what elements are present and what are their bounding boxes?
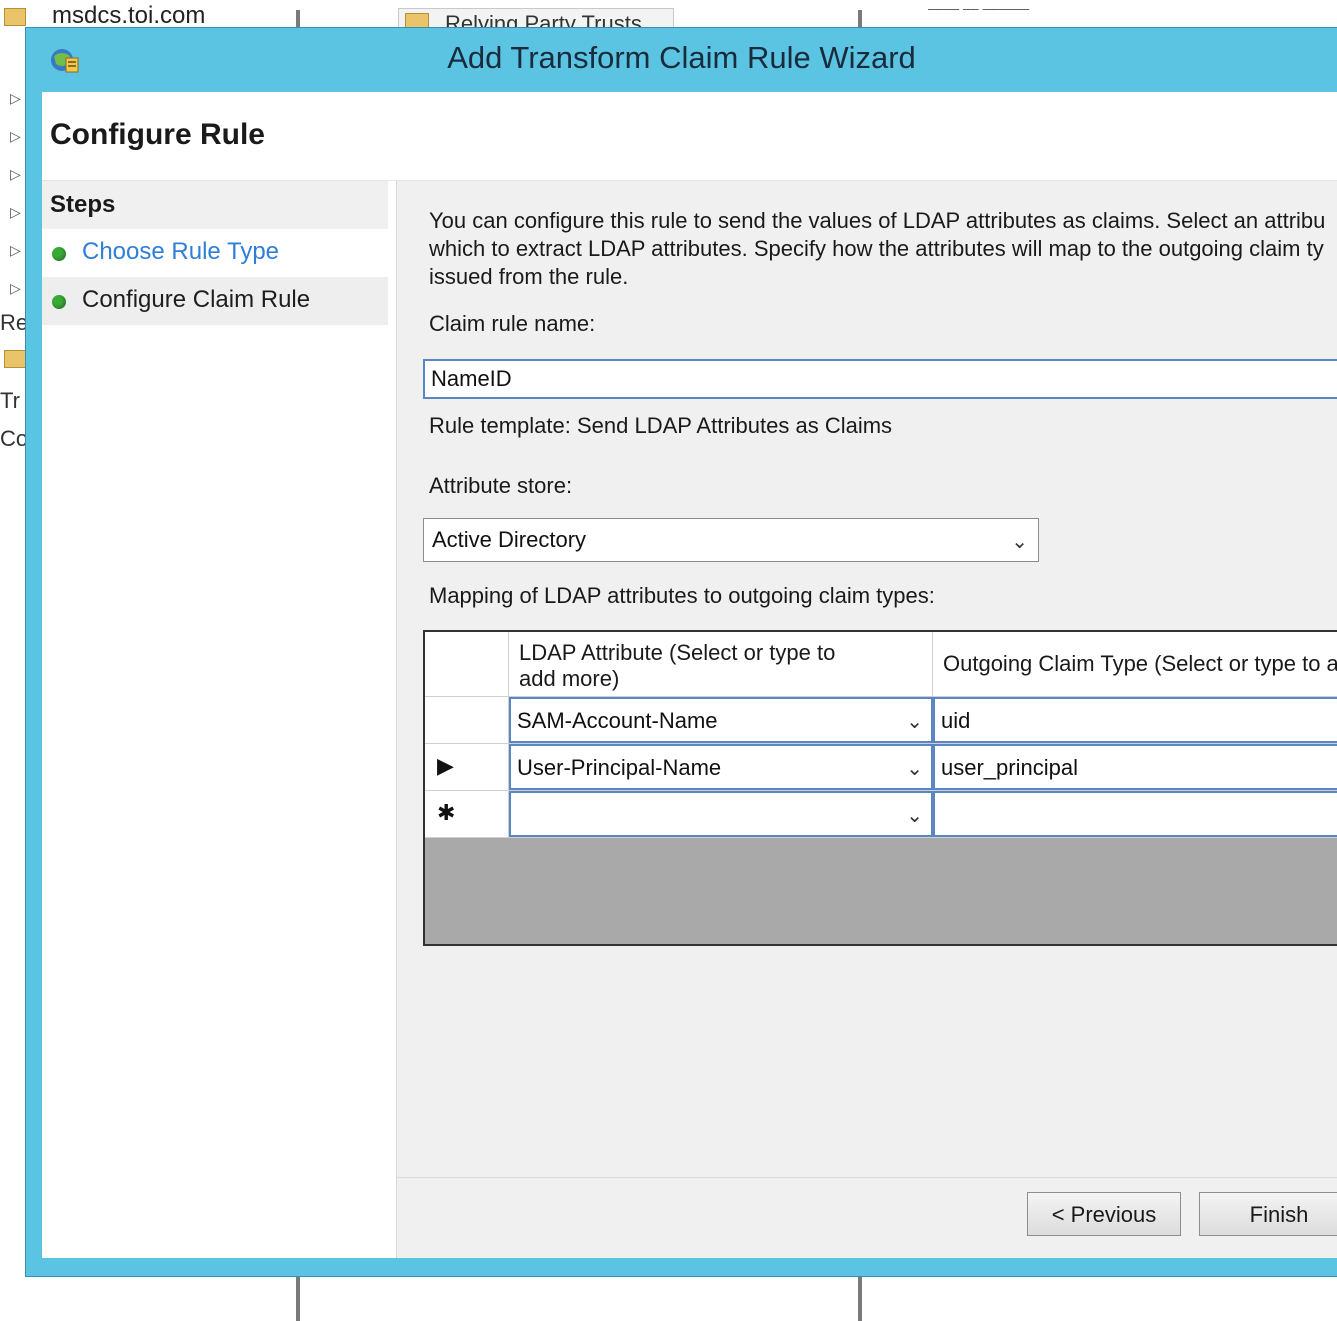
table-row[interactable]: ▶ User-Principal-Name ⌄ user_principal xyxy=(425,744,1337,791)
step-label: Configure Claim Rule xyxy=(82,286,311,313)
steps-pane: Steps Choose Rule Type Configure Claim R… xyxy=(42,181,396,1258)
background-splitter xyxy=(296,10,300,28)
folder-icon xyxy=(4,8,26,26)
previous-button[interactable]: < Previous xyxy=(1027,1192,1181,1236)
outgoing-claim-type-value: uid xyxy=(941,708,971,733)
claim-rule-name-label: Claim rule name: xyxy=(429,311,596,336)
tree-expand-icon[interactable]: ▷ xyxy=(10,90,21,107)
page-header: Configure Rule xyxy=(42,92,1337,181)
step-choose-rule-type[interactable]: Choose Rule Type xyxy=(42,229,388,277)
table-row-new[interactable]: ✱ ⌄ xyxy=(425,791,1337,838)
ldap-attribute-value: User-Principal-Name xyxy=(517,755,722,780)
ldap-attribute-value: SAM-Account-Name xyxy=(517,708,718,733)
attribute-store-label: Attribute store: xyxy=(429,473,573,498)
dialog-titlebar[interactable]: Add Transform Claim Rule Wizard xyxy=(26,28,1337,92)
step-label[interactable]: Choose Rule Type xyxy=(82,238,279,266)
ldap-attribute-cell[interactable]: User-Principal-Name ⌄ xyxy=(509,744,933,790)
outgoing-claim-type-value: user_principal xyxy=(941,755,1078,780)
steps-title: Steps xyxy=(50,191,116,218)
tree-expand-icon[interactable]: ▷ xyxy=(10,204,21,221)
wizard-footer: < Previous Finish xyxy=(397,1177,1337,1258)
steps-header: Steps xyxy=(42,181,388,229)
column-header-ldap-attribute[interactable]: LDAP Attribute (Select or type to add mo… xyxy=(509,632,933,696)
chevron-down-icon[interactable]: ⌄ xyxy=(906,709,923,734)
chevron-down-icon[interactable]: ⌄ xyxy=(906,803,923,828)
grid-corner-header xyxy=(425,632,509,696)
rule-template-text: Rule template: Send LDAP Attributes as C… xyxy=(429,413,893,438)
tree-expand-icon[interactable]: ▷ xyxy=(10,166,21,183)
outgoing-claim-type-cell[interactable] xyxy=(933,791,1337,837)
rule-description: You can configure this rule to send the … xyxy=(429,208,1326,289)
mapping-label: Mapping of LDAP attributes to outgoing c… xyxy=(429,583,935,608)
chevron-down-icon[interactable]: ⌄ xyxy=(906,756,923,781)
background-splitter xyxy=(858,1276,862,1321)
ldap-attribute-cell[interactable]: ⌄ xyxy=(509,791,933,837)
table-row[interactable]: SAM-Account-Name ⌄ uid xyxy=(425,697,1337,744)
column-header-outgoing-claim-type[interactable]: Outgoing Claim Type (Select or type to a xyxy=(933,632,1337,696)
chevron-down-icon[interactable]: ⌄ xyxy=(1011,529,1028,554)
folder-icon xyxy=(4,350,26,368)
row-header[interactable]: ✱ xyxy=(425,791,509,837)
tree-expand-icon[interactable]: ▷ xyxy=(10,128,21,145)
grid-header-row: LDAP Attribute (Select or type to add mo… xyxy=(425,632,1337,697)
attribute-store-select[interactable]: Active Directory ⌄ xyxy=(423,518,1039,562)
ldap-attribute-cell[interactable]: SAM-Account-Name ⌄ xyxy=(509,697,933,743)
claim-rule-name-input[interactable] xyxy=(423,359,1337,399)
background-domain-text: msdcs.toi.com xyxy=(52,2,206,29)
current-row-arrow-icon: ▶ xyxy=(437,753,454,778)
background-splitter xyxy=(858,10,862,28)
outgoing-claim-type-cell[interactable]: uid xyxy=(933,697,1337,743)
attribute-store-value: Active Directory xyxy=(432,527,587,552)
finish-button[interactable]: Finish xyxy=(1199,1192,1337,1236)
outgoing-claim-type-cell[interactable]: user_principal xyxy=(933,744,1337,790)
step-status-dot-icon xyxy=(52,295,66,309)
ldap-mapping-grid: LDAP Attribute (Select or type to add mo… xyxy=(423,630,1337,946)
background-right-label: ‒‒‒‒ ‒‒ ‒‒‒‒‒‒ xyxy=(928,0,1030,16)
row-header[interactable]: ▶ xyxy=(425,744,509,790)
new-row-asterisk-icon: ✱ xyxy=(437,800,456,825)
tree-expand-icon[interactable]: ▷ xyxy=(10,280,21,297)
row-header[interactable] xyxy=(425,697,509,743)
page-title: Configure Rule xyxy=(50,118,265,151)
step-configure-claim-rule: Configure Claim Rule xyxy=(42,277,388,325)
step-status-dot-icon xyxy=(52,247,66,261)
background-splitter xyxy=(296,1276,300,1321)
wizard-dialog: Add Transform Claim Rule Wizard Configur… xyxy=(26,28,1337,1276)
main-pane: You can configure this rule to send the … xyxy=(396,181,1337,1258)
background-tree-text: Re xyxy=(0,310,29,335)
dialog-client-area: Configure Rule Steps Choose Rule Type Co… xyxy=(42,92,1337,1258)
background-tree-text: Co xyxy=(0,426,29,451)
dialog-title: Add Transform Claim Rule Wizard xyxy=(447,40,916,75)
tree-expand-icon[interactable]: ▷ xyxy=(10,242,21,259)
background-tree-text: Tr xyxy=(0,388,20,413)
